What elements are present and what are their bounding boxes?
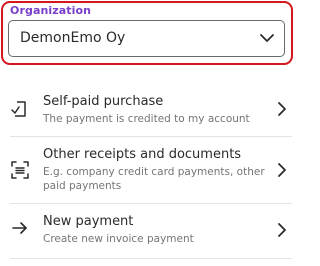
receipt-arrow-icon (11, 101, 26, 117)
menu-item-title: Self-paid purchase (43, 94, 164, 109)
menu-item-self-paid-purchase[interactable]: Self-paid purchase The payment is credit… (0, 87, 300, 135)
menu-item-new-payment[interactable]: New payment Create new invoice payment (0, 206, 300, 256)
menu-item-other-receipts[interactable]: Other receipts and documents E.g. compan… (0, 138, 300, 202)
menu-item-description: E.g. company credit card payments, other… (43, 166, 265, 192)
divider (10, 136, 292, 137)
menu-item-title: New payment (43, 214, 134, 229)
chevron-right-icon (278, 102, 286, 116)
document-scan-icon (11, 161, 29, 179)
menu-item-description: Create new invoice payment (43, 233, 194, 245)
chevron-right-icon (278, 223, 286, 237)
arrow-right-icon (12, 222, 27, 234)
menu-item-title: Other receipts and documents (43, 147, 242, 162)
menu-item-description: The payment is credited to my account (43, 113, 250, 125)
payment-options-menu: Self-paid purchase The payment is credit… (0, 0, 300, 266)
chevron-right-icon (278, 163, 286, 177)
divider (10, 203, 292, 204)
divider (10, 258, 292, 259)
